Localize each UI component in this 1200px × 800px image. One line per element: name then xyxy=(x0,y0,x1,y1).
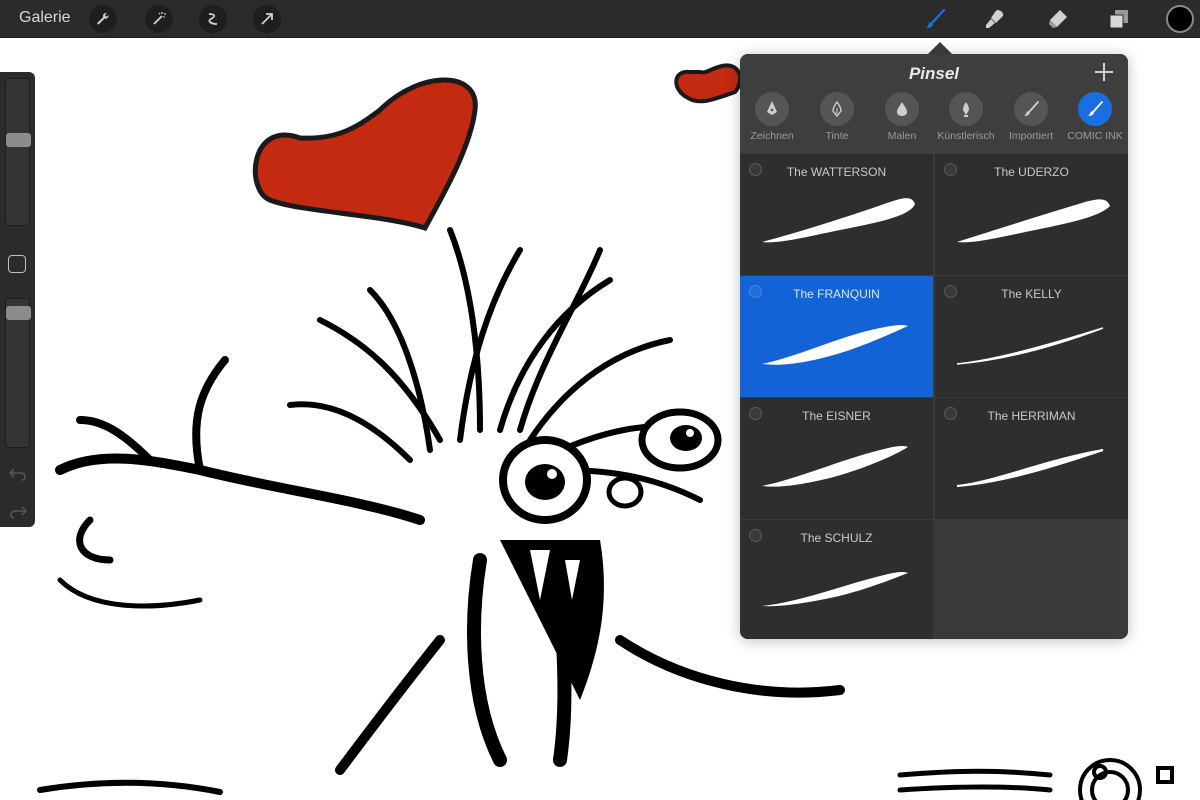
brush-tool-button[interactable] xyxy=(920,4,950,34)
creature-mouth xyxy=(500,540,604,700)
smudge-tool-button[interactable] xyxy=(980,4,1010,34)
left-sidebar xyxy=(0,72,35,527)
brush-stroke-preview xyxy=(957,199,1110,243)
empty-brush-slot xyxy=(935,520,1128,639)
brush-panel-header: Pinsel Zeichnen Tinte Malen Künstlerisch xyxy=(740,54,1128,154)
smudge-icon xyxy=(986,10,1004,28)
brush-cell-eisner[interactable]: The EISNER xyxy=(740,398,933,519)
undo-icon xyxy=(8,468,26,481)
category-malen[interactable]: Malen xyxy=(870,92,934,148)
brush-stroke-preview xyxy=(762,198,915,243)
artistic-nib-icon xyxy=(963,102,969,117)
brush-grid: The WATTERSON The UDERZO The FRANQUIN Th… xyxy=(740,154,1128,639)
adjustments-button[interactable] xyxy=(145,5,173,33)
modify-button[interactable] xyxy=(8,255,26,273)
brush-cell-schulz[interactable]: The SCHULZ xyxy=(740,520,933,639)
category-zeichnen[interactable]: Zeichnen xyxy=(740,92,804,148)
heart-drawing xyxy=(252,77,478,231)
opacity-slider[interactable] xyxy=(5,298,31,448)
category-kuenstlerisch[interactable]: Künstlerisch xyxy=(934,92,998,148)
brush-stroke-preview xyxy=(762,572,908,607)
brush-library-panel: Pinsel Zeichnen Tinte Malen Künstlerisch xyxy=(740,54,1128,639)
drop-icon xyxy=(897,102,907,116)
redo-button[interactable] xyxy=(8,504,28,520)
pencil-nib-icon xyxy=(767,101,777,115)
redo-icon xyxy=(10,506,28,519)
layers-icon xyxy=(1109,10,1128,29)
gallery-link[interactable]: Galerie xyxy=(19,9,71,27)
magic-wand-icon xyxy=(153,12,166,25)
brush-icon xyxy=(926,8,946,28)
brush-cell-franquin[interactable]: The FRANQUIN xyxy=(740,276,933,397)
eraser-icon xyxy=(1049,10,1067,28)
brush-stroke-preview xyxy=(956,327,1104,365)
category-comic-ink[interactable]: COMIC INK xyxy=(1063,92,1127,148)
brush-size-slider[interactable] xyxy=(5,78,31,226)
color-picker-swatch[interactable] xyxy=(1166,5,1194,33)
selection-icon xyxy=(208,13,218,25)
opacity-thumb[interactable] xyxy=(6,305,31,320)
undo-button[interactable] xyxy=(8,466,28,482)
brush-stroke-preview xyxy=(956,449,1104,487)
selection-button[interactable] xyxy=(199,5,227,33)
actions-wrench-button[interactable] xyxy=(89,5,117,33)
wrench-icon xyxy=(97,12,109,25)
brush-panel-title: Pinsel xyxy=(908,64,960,83)
eraser-tool-button[interactable] xyxy=(1043,4,1073,34)
category-label: COMIC INK xyxy=(1067,130,1123,142)
brush-cell-kelly[interactable]: The KELLY xyxy=(935,276,1128,397)
brush-stroke-preview xyxy=(762,324,908,365)
brush-stroke-preview xyxy=(762,446,908,487)
brush-cell-watterson[interactable]: The WATTERSON xyxy=(740,154,933,275)
layers-button[interactable] xyxy=(1104,4,1134,34)
brush-cell-uderzo[interactable]: The UDERZO xyxy=(935,154,1128,275)
brush-cell-herriman[interactable]: The HERRIMAN xyxy=(935,398,1128,519)
imported-brush-icon xyxy=(1024,101,1039,116)
small-heart-drawing xyxy=(674,63,743,104)
category-importiert[interactable]: Importiert xyxy=(999,92,1063,148)
transform-button[interactable] xyxy=(253,5,281,33)
transform-arrow-icon xyxy=(261,13,273,25)
panel-pointer xyxy=(928,42,952,54)
add-brush-button[interactable] xyxy=(1094,62,1114,82)
top-toolbar: Galerie xyxy=(0,0,1200,38)
comic-brush-icon xyxy=(1088,101,1103,116)
ink-pen-icon xyxy=(832,100,842,118)
category-tinte[interactable]: Tinte xyxy=(805,92,869,148)
brush-size-thumb[interactable] xyxy=(6,132,31,147)
